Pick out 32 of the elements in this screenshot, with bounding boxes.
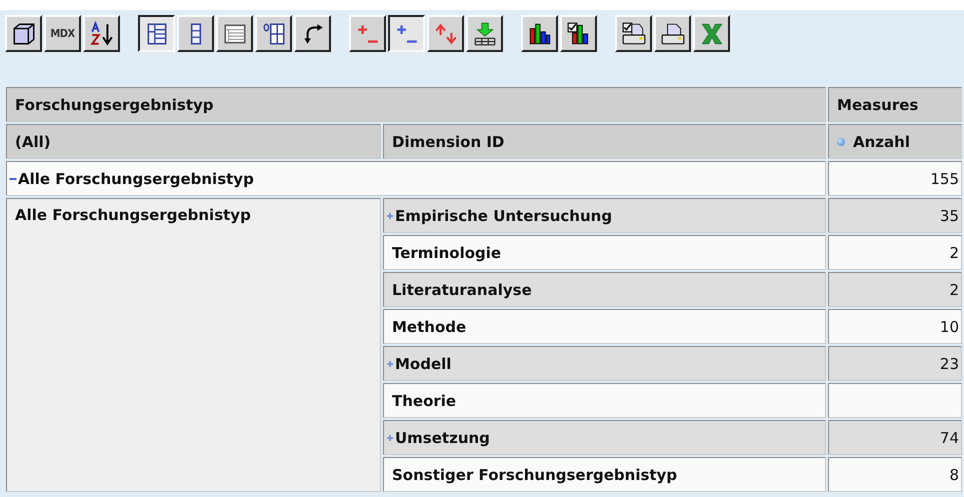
mdx-button[interactable]: MDX [44, 15, 81, 52]
row-header[interactable]: Alle Forschungsergebnistyp [6, 161, 826, 196]
row-header[interactable]: Modell [383, 346, 826, 381]
value-cell: 2 [828, 272, 962, 307]
measure-label: Anzahl [853, 132, 910, 150]
column-header: Dimension ID [383, 124, 826, 159]
row-header: Theorie [383, 383, 826, 418]
column-header: Measures [828, 87, 962, 122]
column-header: Forschungsergebnistyp [6, 87, 826, 122]
filter-cell: (All) [6, 124, 381, 159]
printer-check-icon [620, 20, 646, 46]
row-header[interactable]: Umsetzung [383, 420, 826, 455]
sort-icon [88, 20, 114, 46]
row-header: Terminologie [383, 235, 826, 270]
row-header: Methode [383, 309, 826, 344]
download-arrow-icon [472, 20, 498, 46]
value-cell: 74 [828, 420, 962, 455]
row-header: Sonstiger Forschungsergebnistyp [383, 457, 826, 492]
value-cell: 23 [828, 346, 962, 381]
row-header: Alle Forschungsergebnistyp [6, 198, 381, 492]
value-cell: 35 [828, 198, 962, 233]
row-header[interactable]: Empirische Untersuchung [383, 198, 826, 233]
value-cell: 155 [828, 161, 962, 196]
cube-icon [10, 20, 36, 46]
value-cell: 2 [828, 235, 962, 270]
bullet-icon [837, 138, 846, 146]
value-cell: 10 [828, 309, 962, 344]
toolbar-button[interactable] [388, 15, 425, 52]
zero-grid-icon [260, 20, 286, 46]
value-cell: 8 [828, 457, 962, 492]
toolbar-button[interactable] [138, 15, 175, 52]
row-header: Literaturanalyse [383, 272, 826, 307]
